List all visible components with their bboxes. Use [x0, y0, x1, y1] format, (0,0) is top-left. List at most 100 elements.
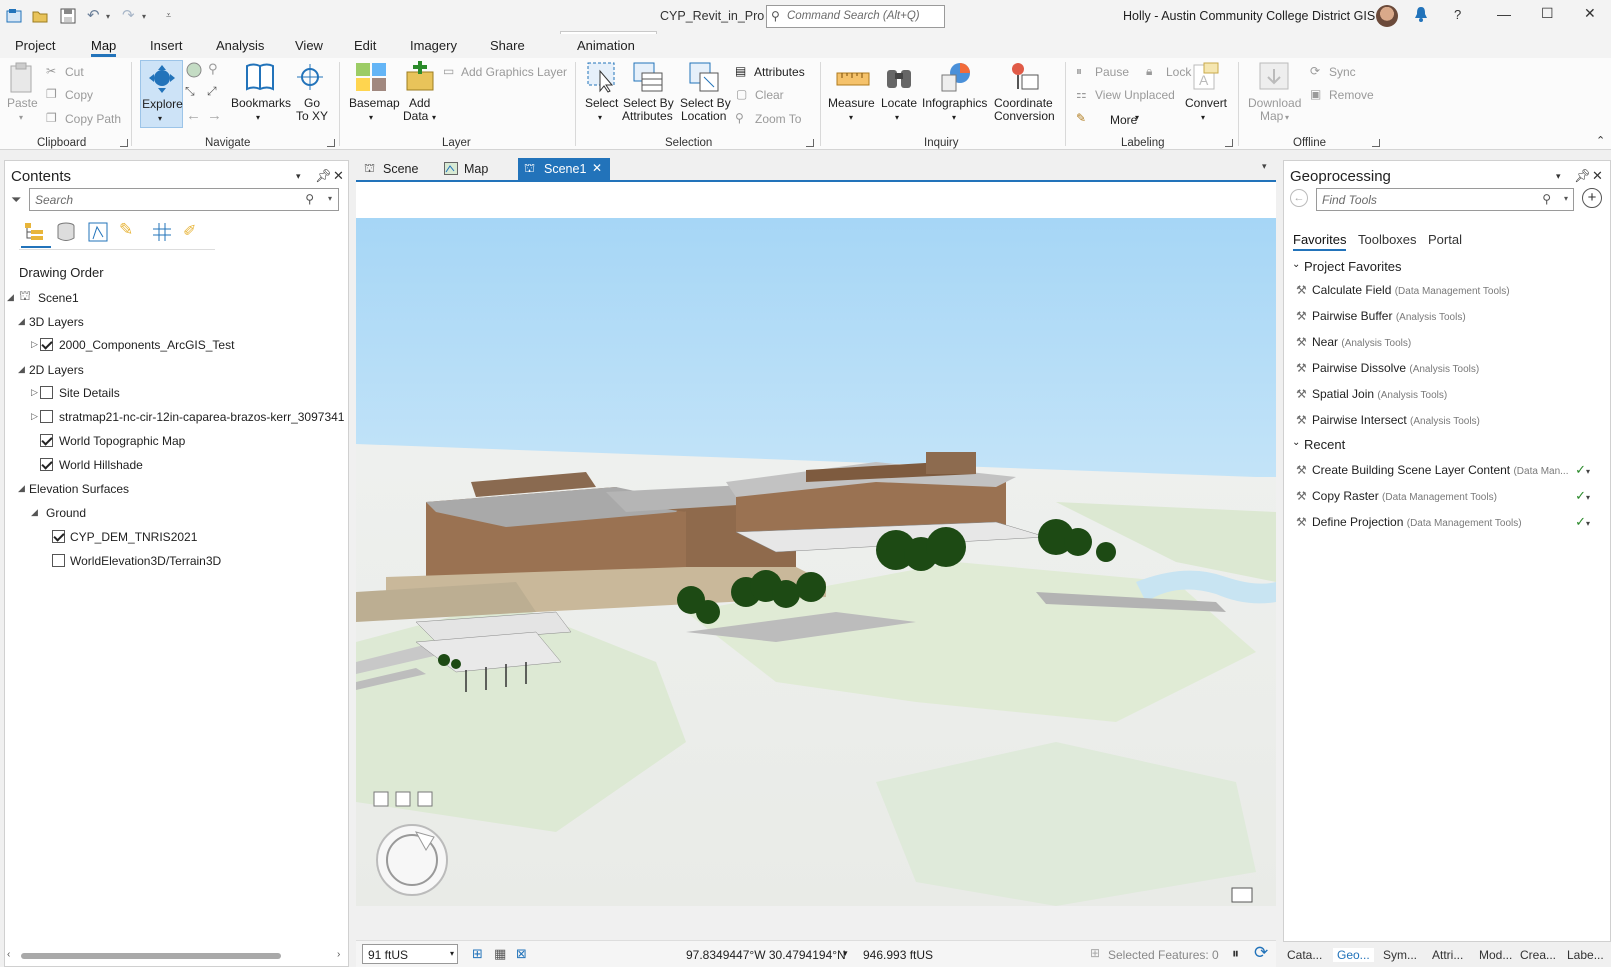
list-by-selection-icon[interactable] [87, 221, 109, 246]
customize-toolbar-icon[interactable]: ⩡ [166, 10, 182, 26]
recent-header[interactable]: Recent [1304, 437, 1345, 452]
walk-mode-icon[interactable] [417, 791, 433, 807]
globe-icon[interactable] [186, 62, 202, 81]
pause-drawing-icon[interactable]: ⏸ [1232, 945, 1239, 962]
notifications-icon[interactable] [1413, 5, 1429, 26]
tab-imagery[interactable]: Imagery [410, 38, 457, 53]
tab-modify[interactable]: Mod... [1479, 948, 1512, 962]
expand-triangle-icon[interactable]: ◢ [7, 292, 14, 303]
more-labeling-dropdown-icon[interactable]: ▾ [1135, 113, 1139, 122]
convert-button[interactable]: Convert [1185, 97, 1227, 110]
infographics-dropdown-icon[interactable]: ▾ [952, 111, 956, 124]
previous-extent-icon[interactable]: ← [186, 107, 201, 124]
tree-item-ground[interactable]: Ground [46, 506, 86, 520]
user-name[interactable]: Holly - Austin Community College Distric… [1123, 9, 1375, 23]
tab-scene[interactable]: ⛫ Scene [362, 158, 430, 180]
expand-triangle-icon[interactable]: ◢ [18, 483, 25, 494]
layer-visibility-checkbox[interactable] [52, 554, 65, 567]
layer-visibility-checkbox[interactable] [40, 434, 53, 447]
infographics-button[interactable]: Infographics [922, 97, 987, 110]
selected-features-count[interactable]: Selected Features: 0 [1108, 948, 1219, 962]
paste-button[interactable]: Paste [7, 97, 38, 110]
view-unplaced-button[interactable]: View Unplaced [1095, 88, 1175, 102]
scroll-right-icon[interactable]: › [337, 949, 340, 960]
tab-share[interactable]: Share [490, 38, 525, 53]
locate-dropdown-icon[interactable]: ▾ [895, 111, 899, 124]
undo-dropdown-icon[interactable]: ▾ [106, 12, 122, 28]
remove-button[interactable]: Remove [1329, 88, 1374, 102]
view-tabs-overflow-icon[interactable]: ▾ [1262, 161, 1267, 172]
select-dropdown-icon[interactable]: ▾ [598, 111, 602, 124]
tree-item-stratmap[interactable]: stratmap21-nc-cir-12in-caparea-brazos-ke… [59, 410, 344, 424]
tab-toolboxes[interactable]: Toolboxes [1358, 232, 1417, 247]
tab-portal[interactable]: Portal [1428, 232, 1462, 247]
tab-insert[interactable]: Insert [150, 38, 183, 53]
clipboard-launcher-icon[interactable] [120, 139, 128, 147]
tilt-icon[interactable] [373, 791, 389, 807]
tab-symbology[interactable]: Sym... [1383, 948, 1417, 962]
scale-select[interactable]: 91 ftUS ▾ [362, 944, 458, 964]
project-icon[interactable] [6, 8, 22, 24]
tool-copy-raster[interactable]: ⚒ Copy Raster (Data Management Tools) [1296, 489, 1497, 503]
tab-animation[interactable]: Animation [577, 38, 635, 53]
coordinate-format-dropdown-icon[interactable]: ▾ [843, 948, 848, 959]
map-options-icon[interactable] [1231, 887, 1253, 903]
tab-map-view[interactable]: Map [442, 158, 512, 180]
tab-favorites[interactable]: Favorites [1293, 232, 1347, 251]
maximize-icon[interactable]: ☐ [1541, 5, 1554, 22]
measure-button[interactable]: Measure [828, 97, 875, 110]
coordinate-conversion-line2[interactable]: Conversion [994, 110, 1055, 123]
lock-labels-button[interactable]: Lock [1166, 65, 1191, 79]
cut-button[interactable]: Cut [65, 65, 84, 79]
tab-labeling[interactable]: Labe... [1567, 948, 1604, 962]
attributes-button[interactable]: Attributes [754, 65, 805, 79]
tool-near[interactable]: ⚒ Near (Analysis Tools) [1296, 335, 1411, 349]
explore-button[interactable]: Explore ▾ [140, 60, 183, 128]
locate-button[interactable]: Locate [881, 97, 917, 110]
minimize-icon[interactable]: — [1497, 6, 1511, 22]
undo-icon[interactable]: ↶ [87, 6, 103, 24]
snapping-icon[interactable]: ⊠ [516, 946, 527, 962]
measure-dropdown-icon[interactable]: ▾ [849, 111, 853, 124]
basemap-dropdown-icon[interactable]: ▾ [369, 111, 373, 124]
expand-triangle-icon[interactable]: ◢ [31, 507, 38, 518]
collapse-section-icon[interactable]: ⌄ [1292, 259, 1300, 270]
bookmarks-dropdown-icon[interactable]: ▾ [256, 111, 260, 124]
pane-options-icon[interactable]: ▾ [1556, 171, 1561, 182]
bookmarks-button[interactable]: Bookmarks [231, 97, 291, 110]
selection-launcher-icon[interactable] [806, 139, 814, 147]
copy-path-button[interactable]: Copy Path [65, 112, 121, 126]
convert-dropdown-icon[interactable]: ▾ [1201, 111, 1205, 124]
search-options-icon[interactable]: ▾ [1564, 194, 1568, 203]
tree-item-2000-components[interactable]: 2000_Components_ArcGIS_Test [59, 338, 234, 352]
clear-selection-button[interactable]: Clear [755, 88, 784, 102]
close-pane-icon[interactable]: ✕ [1592, 168, 1603, 184]
command-search-input[interactable]: ⚲ Command Search (Alt+Q) [766, 5, 945, 28]
add-layer-icon[interactable]: ⊞ [472, 946, 483, 962]
select-button[interactable]: Select [585, 97, 618, 110]
close-pane-icon[interactable]: ✕ [333, 168, 344, 184]
success-check-icon[interactable]: ✓▾ [1575, 462, 1590, 478]
tab-scene1[interactable]: ⛫ Scene1 ✕ [518, 158, 610, 180]
scene-view[interactable] [356, 182, 1276, 906]
full-extent-icon[interactable]: ⤡ [185, 84, 195, 99]
scroll-left-icon[interactable]: ‹ [7, 949, 10, 960]
fixed-zoom-icon[interactable]: ⤢ [207, 84, 217, 99]
tree-item-site-details[interactable]: Site Details [59, 386, 120, 400]
pin-icon[interactable]: 📌︎ [315, 168, 332, 184]
open-project-icon[interactable] [32, 8, 48, 24]
tree-item-world-elevation[interactable]: WorldElevation3D/Terrain3D [70, 554, 221, 568]
list-by-drawing-order-icon[interactable] [23, 221, 45, 246]
tab-catalog[interactable]: Cata... [1287, 948, 1322, 962]
close-tab-icon[interactable]: ✕ [592, 161, 602, 175]
filter-icon[interactable]: ⏷ [11, 192, 21, 208]
tree-item-world-topographic-map[interactable]: World Topographic Map [59, 434, 185, 448]
select-by-location-line2[interactable]: Location [681, 110, 726, 123]
horizontal-scrollbar[interactable] [21, 953, 281, 959]
refresh-icon[interactable]: ⟳ [1254, 943, 1268, 963]
select-by-attributes-line2[interactable]: Attributes [622, 110, 673, 123]
layer-visibility-checkbox[interactable] [52, 530, 65, 543]
list-by-snapping-icon[interactable] [151, 221, 173, 246]
collapse-triangle-icon[interactable]: ▷ [31, 411, 38, 422]
expand-triangle-icon[interactable]: ◢ [18, 364, 25, 375]
